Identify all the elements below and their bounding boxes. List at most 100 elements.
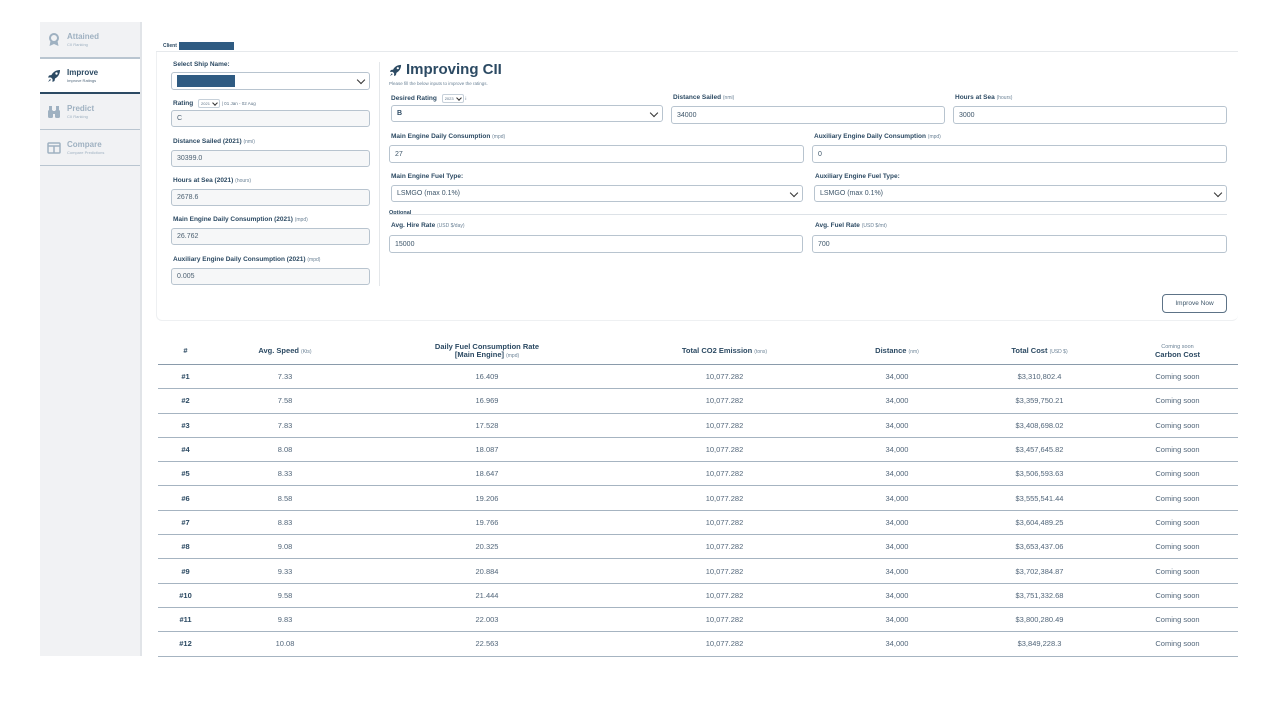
header-text: Carbon Cost (1155, 350, 1200, 359)
compare-icon (46, 140, 62, 156)
label-text: Avg. Fuel Rate (815, 222, 860, 229)
hours-2021-field[interactable]: 2678.6 (171, 189, 370, 206)
cell-cost: $3,359,750.21 (962, 388, 1117, 414)
optional-divider (389, 214, 1227, 215)
nav-subtitle: CII Ranking (67, 41, 88, 47)
cell-carbon: Coming soon (1117, 631, 1238, 657)
unit-text: (nm) (908, 348, 919, 355)
main-consumption-2021-label: Main Engine Daily Consumption (2021) (mp… (173, 216, 308, 223)
desired-year-select[interactable]: 2023 (441, 94, 464, 103)
desired-rating-value: B (397, 110, 403, 117)
column-divider (379, 62, 380, 286)
cell-number: #9 (158, 558, 213, 584)
table-row: #1 7.33 16.409 10,077.282 34,000 $3,310,802.4… (158, 364, 1238, 390)
sidebar-nav: Attained CII Ranking Improve Improve Rat… (40, 22, 142, 656)
unit-text: (USD $/mt) (861, 223, 887, 229)
cell-speed: 8.08 (213, 437, 357, 463)
header-text: Total Cost (1011, 345, 1048, 355)
cell-distance: 34,000 (832, 461, 962, 487)
cell-distance: 34,000 (832, 364, 962, 390)
main-fuel-type-select[interactable]: LSMGO (max 0.1%) (391, 185, 803, 202)
aux-fuel-type-select[interactable]: LSMGO (max 0.1%) (814, 185, 1227, 202)
main-consumption-2021-field[interactable]: 26.762 (171, 228, 370, 245)
aux-consumption-input[interactable]: 0 (812, 145, 1227, 163)
unit-text: (mpd) (506, 352, 520, 359)
nav-title: Improve (67, 67, 99, 77)
unit-text: (USD $/day) (437, 223, 465, 229)
cell-co2: 10,077.282 (617, 510, 832, 536)
label-text: Distance Sailed (673, 94, 722, 101)
col-header-co2: Total CO2 Emission (tons) (617, 338, 832, 365)
table-row: #11 9.83 22.003 10,077.282 34,000 $3,800,280.… (158, 607, 1238, 633)
rating-field[interactable]: C (171, 110, 370, 127)
cell-distance: 34,000 (832, 413, 962, 438)
rating-label-text: Rating (173, 100, 194, 108)
rating-year: 2021 (201, 101, 210, 106)
distance-input[interactable]: 34000 (671, 106, 945, 124)
nav-title: Compare (67, 139, 102, 149)
chevron-down-icon (1213, 188, 1223, 198)
cell-speed: 9.58 (213, 583, 357, 608)
desired-rating-select[interactable]: B (391, 105, 663, 122)
cell-cost: $3,653,437.06 (962, 534, 1117, 560)
cell-cost: $3,800,280.49 (962, 607, 1117, 633)
aux-consumption-2021-field[interactable]: 0.005 (171, 268, 370, 285)
cell-number: #7 (158, 510, 213, 536)
cell-fuel: 17.528 (357, 413, 617, 438)
nav-item-predict[interactable]: Predict CII Ranking (40, 94, 140, 130)
cell-co2: 10,077.282 (617, 461, 832, 487)
table-header-row: # Avg. Speed (Kts) Daily Fuel Consumptio… (158, 338, 1238, 365)
ship-select[interactable] (171, 72, 370, 90)
label-text: Auxiliary Engine Daily Consumption (814, 133, 926, 140)
fuel-rate-input[interactable]: 700 (812, 235, 1227, 253)
hours-input[interactable]: 3000 (953, 106, 1227, 124)
cell-distance: 34,000 (832, 607, 962, 633)
optional-label: Optional (389, 210, 412, 216)
header-text: Avg. Speed (258, 345, 299, 355)
cell-speed: 7.58 (213, 388, 357, 414)
header-text: Distance (875, 345, 907, 355)
rocket-icon (389, 64, 402, 82)
table-row: #12 10.08 22.563 10,077.282 34,000 $3,849,228… (158, 631, 1238, 657)
cell-co2: 10,077.282 (617, 437, 832, 463)
nav-subtitle: Improve Ratings (67, 77, 97, 83)
cell-distance: 34,000 (832, 558, 962, 584)
info-icon[interactable]: i (465, 96, 466, 101)
table-row: #9 9.33 20.884 10,077.282 34,000 $3,702,384.8… (158, 558, 1238, 584)
aux-fuel-type-value: LSMGO (max 0.1%) (820, 190, 884, 197)
nav-item-compare[interactable]: Compare Compare Predictions (40, 130, 140, 166)
cell-number: #6 (158, 485, 213, 511)
distance-2021-field[interactable]: 30399.0 (171, 150, 370, 167)
unit-text: (mpd) (294, 217, 308, 223)
cell-cost: $3,408,698.02 (962, 413, 1117, 438)
hours-label: Hours at Sea (hours) (955, 94, 1012, 101)
cell-co2: 10,077.282 (617, 607, 832, 633)
cell-speed: 7.83 (213, 413, 357, 438)
cell-number: #12 (158, 631, 213, 657)
main-consumption-input[interactable]: 27 (389, 145, 804, 163)
unit-text: (tons) (754, 348, 768, 355)
nav-item-attained[interactable]: Attained CII Ranking (40, 22, 140, 58)
cell-number: #5 (158, 461, 213, 487)
cell-speed: 9.08 (213, 534, 357, 560)
hire-rate-input[interactable]: 15000 (389, 235, 803, 253)
aux-fuel-type-label: Auxiliary Engine Fuel Type: (815, 173, 900, 180)
cell-number: #3 (158, 413, 213, 438)
improve-now-button[interactable]: Improve Now (1162, 294, 1227, 313)
cell-co2: 10,077.282 (617, 485, 832, 511)
nav-item-improve[interactable]: Improve Improve Ratings (40, 58, 140, 94)
unit-text: (mpd) (927, 134, 941, 140)
cell-cost: $3,555,541.44 (962, 485, 1117, 511)
table-row: #5 8.33 18.647 10,077.282 34,000 $3,506,593.6… (158, 461, 1238, 487)
rating-year-select[interactable]: 2021 (198, 99, 220, 108)
header-text: # (183, 346, 188, 355)
nav-subtitle: CII Ranking (67, 113, 88, 119)
table-row: #3 7.83 17.528 10,077.282 34,000 $3,408,698.0… (158, 413, 1238, 438)
hours-2021-label: Hours at Sea (2021) (hours) (173, 177, 251, 184)
cell-co2: 10,077.282 (617, 631, 832, 657)
label-text: Main Engine Daily Consumption (391, 133, 491, 140)
cell-carbon: Coming soon (1117, 461, 1238, 487)
desired-rating-label: Desired Rating 2023 i (391, 94, 466, 103)
cell-speed: 9.33 (213, 558, 357, 584)
cell-carbon: Coming soon (1117, 534, 1238, 560)
